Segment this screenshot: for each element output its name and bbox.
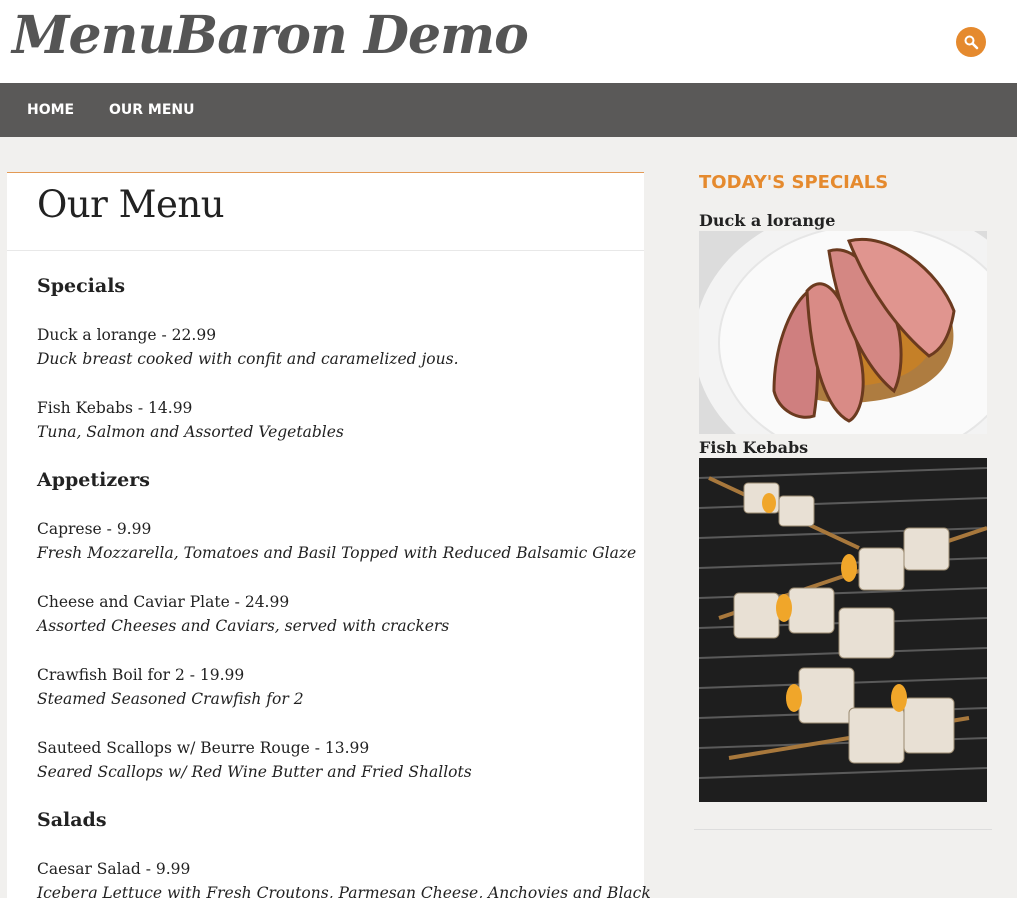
section-heading-appetizers: Appetizers <box>37 469 150 491</box>
fish-kebabs-photo[interactable] <box>699 458 987 802</box>
menu-item-name: Duck a lorange - 22.99 <box>37 326 217 344</box>
sidebar-heading: TODAY'S SPECIALS <box>699 172 889 193</box>
section-heading-specials: Specials <box>37 275 126 297</box>
main-nav: HOME OUR MENU <box>0 83 1017 137</box>
menu-item-description: Iceberg Lettuce with Fresh Croutons, Par… <box>37 884 651 898</box>
menu-item-description: Assorted Cheeses and Caviars, served wit… <box>37 617 450 635</box>
section-heading-salads: Salads <box>37 809 107 831</box>
menu-content: Our Menu Specials Duck a lorange - 22.99… <box>7 172 651 898</box>
nav-item-home[interactable]: HOME <box>27 83 74 137</box>
menu-item-description: Fresh Mozzarella, Tomatoes and Basil Top… <box>37 544 637 562</box>
search-button[interactable] <box>956 27 986 57</box>
menu-item-name: Cheese and Caviar Plate - 24.99 <box>37 593 290 611</box>
menu-item-name: Fish Kebabs - 14.99 <box>37 399 193 417</box>
sidebar-divider <box>694 829 992 830</box>
special-title[interactable]: Duck a lorange <box>699 211 835 230</box>
page-title-wrap: Our Menu <box>7 173 644 251</box>
menu-item-name: Caprese - 9.99 <box>37 520 152 538</box>
menu-item-name: Crawfish Boil for 2 - 19.99 <box>37 666 245 684</box>
menu-item-name: Caesar Salad - 9.99 <box>37 860 191 878</box>
site-title[interactable]: MenuBaron Demo <box>12 4 529 68</box>
page-title: Our Menu <box>37 183 225 226</box>
special-title[interactable]: Fish Kebabs <box>699 438 808 457</box>
nav-item-our-menu[interactable]: OUR MENU <box>109 83 195 137</box>
menu-item-description: Seared Scallops w/ Red Wine Butter and F… <box>37 763 472 781</box>
menu-item-description: Steamed Seasoned Crawfish for 2 <box>37 690 304 708</box>
menu-item-description: Duck breast cooked with confit and caram… <box>37 350 459 368</box>
menu-item-name: Sauteed Scallops w/ Beurre Rouge - 13.99 <box>37 739 370 757</box>
site-header: MenuBaron Demo <box>0 0 1017 83</box>
menu-item-description: Tuna, Salmon and Assorted Vegetables <box>37 423 344 441</box>
duck-photo[interactable] <box>699 231 987 434</box>
search-icon <box>964 35 979 50</box>
